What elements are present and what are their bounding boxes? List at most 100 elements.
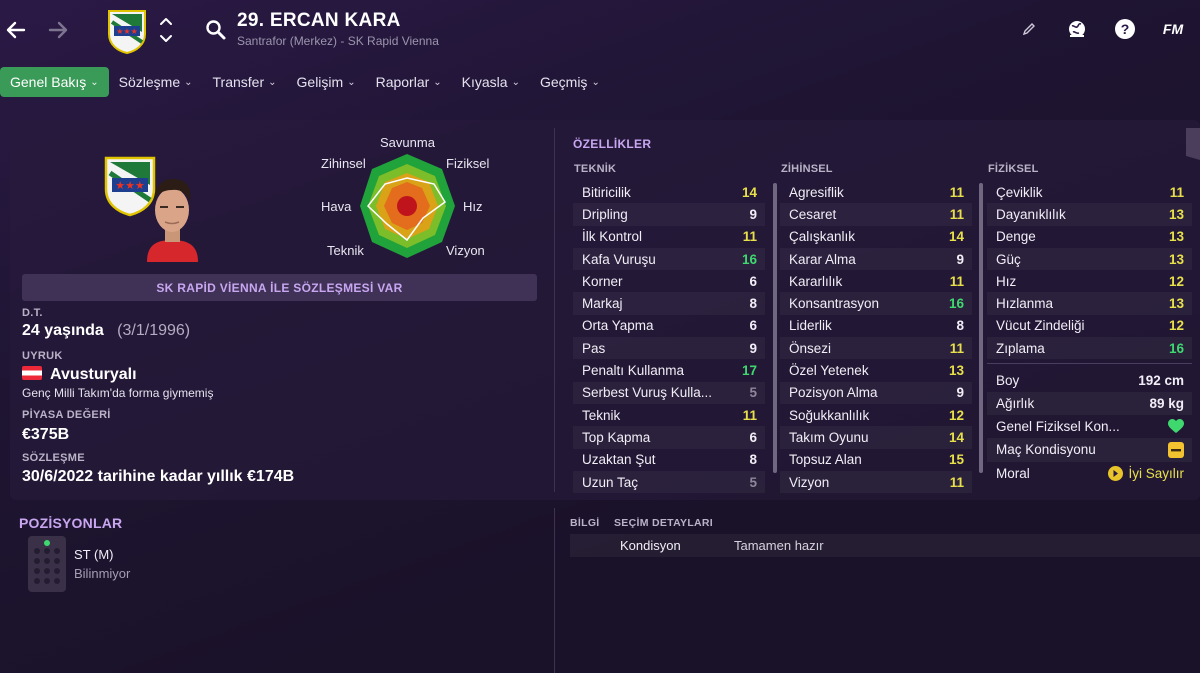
attribute-row[interactable]: Top Kapma 6 bbox=[573, 426, 765, 449]
attribute-row[interactable]: Güç 13 bbox=[987, 247, 1192, 271]
globe-icon[interactable] bbox=[1064, 16, 1090, 42]
morale-status: İyi Sayılır bbox=[1108, 465, 1184, 481]
attribute-value: 5 bbox=[749, 385, 757, 401]
attribute-row[interactable]: Takım Oyunu 14 bbox=[780, 426, 972, 449]
attribute-value: 14 bbox=[948, 229, 964, 245]
fm-logo[interactable]: FM bbox=[1160, 16, 1186, 42]
attribute-row[interactable]: Denge 13 bbox=[987, 226, 1192, 248]
attribute-row[interactable]: Zıplama 16 bbox=[987, 337, 1192, 360]
player-photo bbox=[145, 170, 200, 262]
attribute-row[interactable]: Karar Alma 9 bbox=[780, 247, 972, 271]
attribute-row[interactable]: Teknik 11 bbox=[573, 404, 765, 426]
match-condition-row[interactable]: Maç Kondisyonu bbox=[987, 438, 1192, 462]
attribute-row[interactable]: Uzaktan Şut 8 bbox=[573, 449, 765, 471]
attribute-row[interactable]: Özel Yetenek 13 bbox=[780, 359, 972, 381]
attribute-row[interactable]: Dayanıklılık 13 bbox=[987, 203, 1192, 226]
weight-value: 89 kg bbox=[1149, 395, 1184, 411]
attribute-row[interactable]: Çeviklik 11 bbox=[987, 181, 1192, 203]
player-subtitle[interactable]: Santrafor (Merkez) - SK Rapid Vienna bbox=[237, 34, 439, 48]
attribute-value: 9 bbox=[956, 385, 964, 401]
attribute-row[interactable]: Kafa Vuruşu 16 bbox=[573, 247, 765, 271]
tab-label: Transfer bbox=[212, 74, 265, 90]
technical-scrollbar[interactable] bbox=[773, 183, 777, 473]
pitch-dot bbox=[34, 568, 40, 574]
dob: (3/1/1996) bbox=[117, 322, 191, 339]
attribute-row[interactable]: Cesaret 11 bbox=[780, 203, 972, 226]
fitness-row[interactable]: Genel Fiziksel Kon... bbox=[987, 415, 1192, 438]
weight-row: Ağırlık 89 kg bbox=[987, 391, 1192, 415]
attribute-row[interactable]: Soğukkanlılık 12 bbox=[780, 404, 972, 426]
attribute-value: 6 bbox=[749, 429, 757, 445]
contract-banner[interactable]: SK RAPİD VİENNA İLE SÖZLEŞMESİ VAR bbox=[22, 274, 537, 301]
attribute-row[interactable]: Uzun Taç 5 bbox=[573, 470, 765, 494]
attribute-row[interactable]: Orta Yapma 6 bbox=[573, 315, 765, 337]
attributes-title: ÖZELLİKLER bbox=[573, 137, 652, 151]
attribute-name: Bitiricilik bbox=[582, 184, 631, 200]
attribute-name: Uzun Taç bbox=[582, 474, 639, 490]
tab-raporlar[interactable]: Raporlar ⌄ bbox=[366, 67, 452, 97]
attribute-row[interactable]: Vizyon 11 bbox=[780, 470, 972, 494]
up-down-icon[interactable] bbox=[158, 14, 174, 46]
dob-label: D.T. bbox=[22, 307, 43, 319]
radar-label-fiziksel: Fiziksel bbox=[446, 156, 490, 171]
attribute-row[interactable]: İlk Kontrol 11 bbox=[573, 226, 765, 248]
attribute-row[interactable]: Çalışkanlık 14 bbox=[780, 226, 972, 248]
attribute-row[interactable]: Dripling 9 bbox=[573, 203, 765, 226]
club-badge-icon[interactable]: ★★★ bbox=[106, 8, 148, 55]
pitch-dot bbox=[34, 578, 40, 584]
pitch-dot bbox=[54, 548, 60, 554]
attribute-row[interactable]: Bitiricilik 14 bbox=[573, 181, 765, 203]
attribute-row[interactable]: Kararlılık 11 bbox=[780, 270, 972, 292]
attribute-row[interactable]: Hız 12 bbox=[987, 270, 1192, 292]
attribute-name: Topsuz Alan bbox=[789, 452, 862, 468]
tab-info[interactable]: BİLGİ bbox=[570, 517, 600, 529]
attribute-name: İlk Kontrol bbox=[582, 229, 643, 245]
attribute-row[interactable]: Liderlik 8 bbox=[780, 315, 972, 337]
attribute-value: 8 bbox=[749, 452, 757, 468]
help-icon[interactable]: ? bbox=[1112, 16, 1138, 42]
attribute-row[interactable]: Vücut Zindeliği 12 bbox=[987, 315, 1192, 337]
attribute-row[interactable]: Serbest Vuruş Kulla... 5 bbox=[573, 381, 765, 404]
attribute-name: Çeviklik bbox=[996, 184, 1043, 200]
tab-transfer[interactable]: Transfer ⌄ bbox=[203, 67, 287, 97]
height-value: 192 cm bbox=[1138, 372, 1184, 388]
player-title: 29. ERCAN KARA bbox=[237, 10, 401, 31]
nationality-value[interactable]: Avusturyalı bbox=[22, 366, 137, 384]
chevron-down-icon: ⌄ bbox=[591, 76, 600, 88]
attribute-row[interactable]: Önsezi 11 bbox=[780, 337, 972, 360]
attribute-row[interactable]: Pozisyon Alma 9 bbox=[780, 381, 972, 404]
svg-text:?: ? bbox=[1121, 21, 1130, 37]
forward-button[interactable] bbox=[42, 14, 74, 46]
tab-sozlesme[interactable]: Sözleşme ⌄ bbox=[109, 67, 203, 97]
attribute-value: 13 bbox=[1168, 251, 1184, 267]
condition-value: Tamamen hazır bbox=[734, 538, 824, 553]
mental-scrollbar[interactable] bbox=[979, 183, 983, 473]
attribute-row[interactable]: Korner 6 bbox=[573, 270, 765, 292]
attribute-row[interactable]: Pas 9 bbox=[573, 337, 765, 360]
tab-label: Raporlar bbox=[375, 74, 430, 90]
morale-row[interactable]: Moral İyi Sayılır bbox=[987, 462, 1192, 485]
attribute-row[interactable]: Agresiflik 11 bbox=[780, 181, 972, 203]
tab-selection-details[interactable]: SEÇİM DETAYLARI bbox=[614, 517, 713, 529]
attribute-row[interactable]: Penaltı Kullanma 17 bbox=[573, 359, 765, 381]
tab-genel-bakis[interactable]: Genel Bakış ⌄ bbox=[0, 67, 109, 97]
position-pitch[interactable] bbox=[28, 536, 66, 592]
scroll-right-icon[interactable] bbox=[1186, 128, 1200, 160]
search-icon[interactable] bbox=[204, 18, 228, 42]
tab-gecmis[interactable]: Geçmiş ⌄ bbox=[530, 67, 610, 97]
radar-label-hiz: Hız bbox=[463, 199, 483, 214]
attribute-name: Top Kapma bbox=[582, 429, 651, 445]
attribute-row[interactable]: Topsuz Alan 15 bbox=[780, 449, 972, 471]
edit-icon[interactable] bbox=[1016, 16, 1042, 42]
tab-kiyasla[interactable]: Kıyasla ⌄ bbox=[452, 67, 530, 97]
attribute-row[interactable]: Hızlanma 13 bbox=[987, 292, 1192, 315]
svg-text:★★★: ★★★ bbox=[115, 179, 145, 192]
tab-gelisim[interactable]: Gelişim ⌄ bbox=[287, 67, 366, 97]
attribute-name: Çalışkanlık bbox=[789, 229, 856, 245]
back-button[interactable] bbox=[0, 14, 32, 46]
attribute-row[interactable]: Markaj 8 bbox=[573, 292, 765, 315]
radar-label-savunma: Savunma bbox=[380, 135, 435, 150]
attribute-value: 6 bbox=[749, 318, 757, 334]
attribute-row[interactable]: Konsantrasyon 16 bbox=[780, 292, 972, 315]
attribute-value: 11 bbox=[949, 184, 964, 200]
